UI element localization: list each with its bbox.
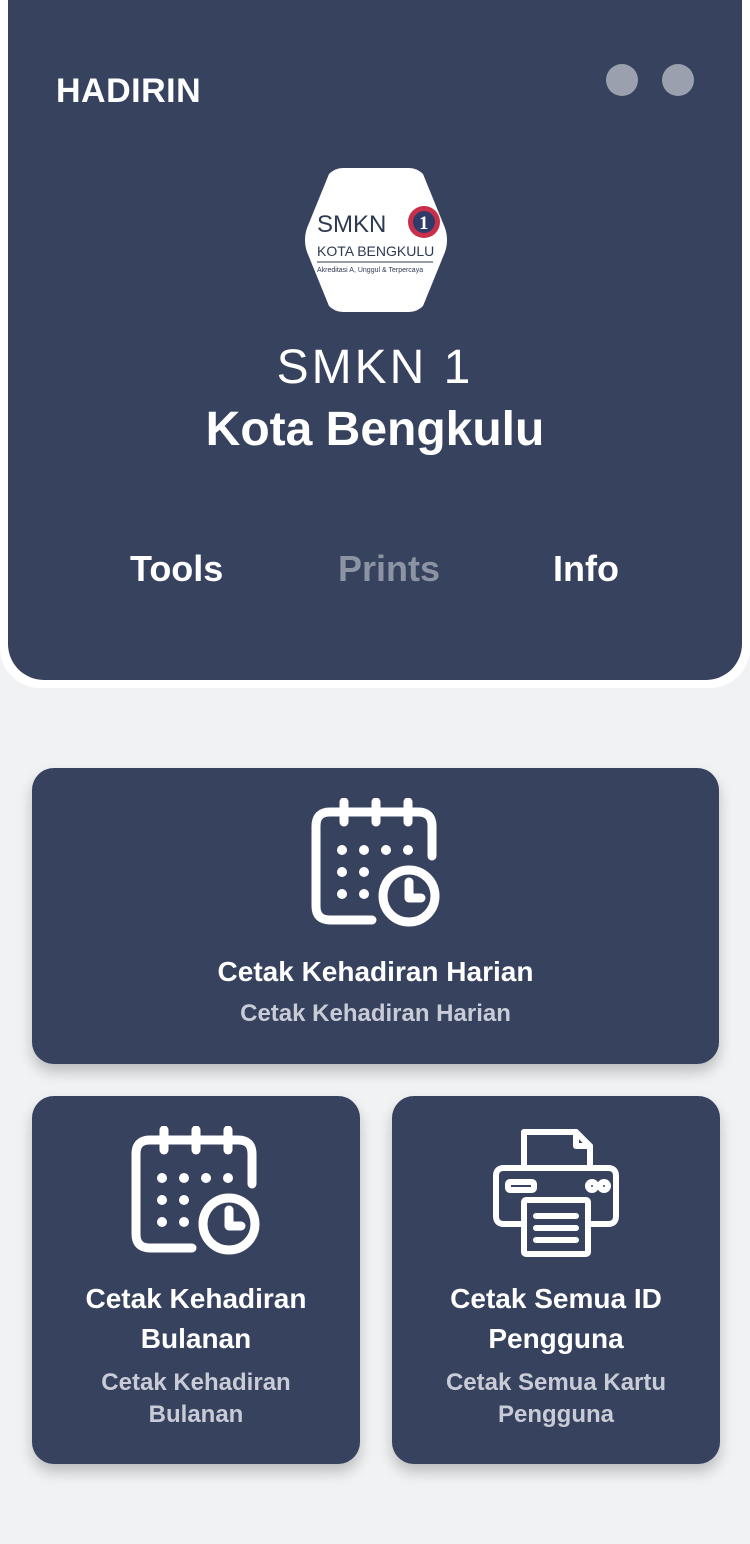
school-name-line1: SMKN 1 [276,341,474,394]
menu-dot-icon[interactable] [606,64,638,96]
school-name-line2: Kota Bengkulu [205,403,545,456]
school-logo: SMKN 1 KOTA BENGKULU Akreditasi A, Unggu… [303,162,449,318]
header: HADIRIN SMKN 1 KOTA BENGKULU Akreditasi … [8,0,742,680]
card-subtitle: Cetak Semua Kartu Pengguna [445,1369,667,1428]
printer-icon [493,1129,619,1257]
card-subtitle: Cetak Kehadiran Bulanan [101,1369,291,1428]
tab-tools[interactable]: Tools [130,548,223,590]
calendar-clock-icon [131,1126,260,1255]
logo-text-city: KOTA BENGKULU [317,243,434,259]
card-title: Cetak Kehadiran Harian [217,956,534,987]
menu-dot-icon[interactable] [662,64,694,96]
card-subtitle: Cetak Kehadiran Harian [240,1000,511,1027]
header-container: HADIRIN SMKN 1 KOTA BENGKULU Akreditasi … [0,0,750,688]
logo-text-smkn: SMKN [317,211,386,238]
print-all-user-ids-card[interactable]: Cetak Semua ID Pengguna Cetak Semua Kart… [392,1096,720,1464]
print-daily-attendance-card[interactable]: Cetak Kehadiran Harian Cetak Kehadiran H… [32,768,719,1064]
print-monthly-attendance-card[interactable]: Cetak Kehadiran Bulanan Cetak Kehadiran … [32,1096,360,1464]
logo-badge: 1 [419,213,429,234]
tab-info[interactable]: Info [553,548,619,590]
card-title: Cetak Kehadiran Bulanan [85,1283,307,1354]
logo-text-accreditation: Akreditasi A, Unggul & Terpercaya [317,267,423,274]
card-title: Cetak Semua ID Pengguna [450,1283,662,1354]
calendar-clock-icon [311,798,439,927]
app-title: HADIRIN [56,72,202,110]
tab-prints[interactable]: Prints [338,548,440,590]
